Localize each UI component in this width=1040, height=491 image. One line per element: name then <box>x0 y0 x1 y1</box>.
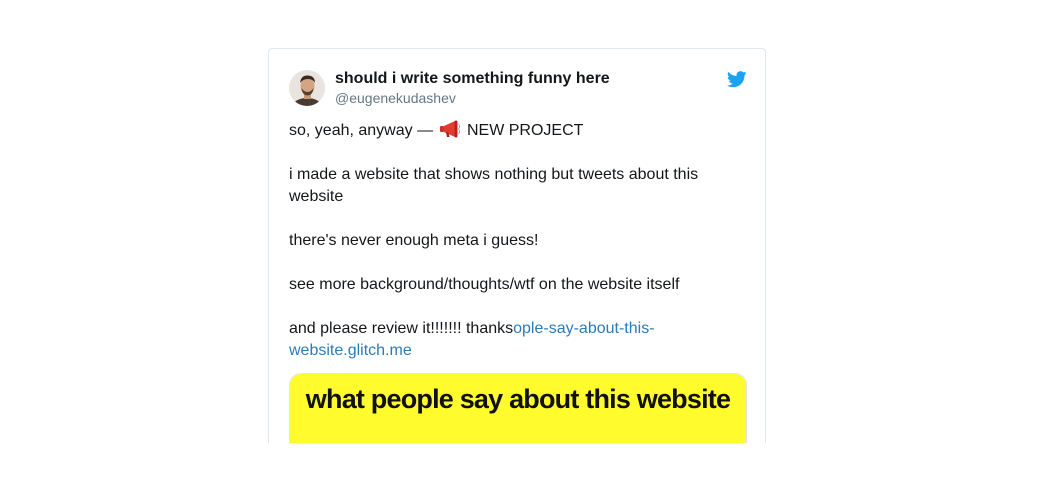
tweet-paragraph: so, yeah, anyway — NEW PROJECT <box>289 120 729 142</box>
tweet-embed: should i write something funny here @eug… <box>268 48 766 443</box>
megaphone-icon <box>439 120 461 138</box>
link-preview-card[interactable]: what people say about this website <box>289 373 747 443</box>
twitter-bird-icon[interactable] <box>726 71 747 88</box>
tweet-text-segment: NEW PROJECT <box>462 122 584 139</box>
tweet-paragraph: there's never enough meta i guess! <box>289 232 539 249</box>
tweet-text: so, yeah, anyway — NEW PROJECT i made a … <box>289 120 729 384</box>
author-display-name[interactable]: should i write something funny here <box>335 69 610 89</box>
card-title: what people say about this website <box>305 384 731 414</box>
tweet-paragraph: and please review it!!!!!!! thanksople-s… <box>289 318 729 362</box>
avatar[interactable] <box>289 70 325 106</box>
tweet-paragraph: see more background/thoughts/wtf on the … <box>289 276 680 293</box>
author-handle[interactable]: @eugenekudashev <box>335 89 456 107</box>
tweet-paragraph: i made a website that shows nothing but … <box>289 166 699 205</box>
tweet-text-segment: so, yeah, anyway — <box>289 122 438 139</box>
tweet-text-segment: and please review it!!!!!!! thanks <box>289 320 514 337</box>
